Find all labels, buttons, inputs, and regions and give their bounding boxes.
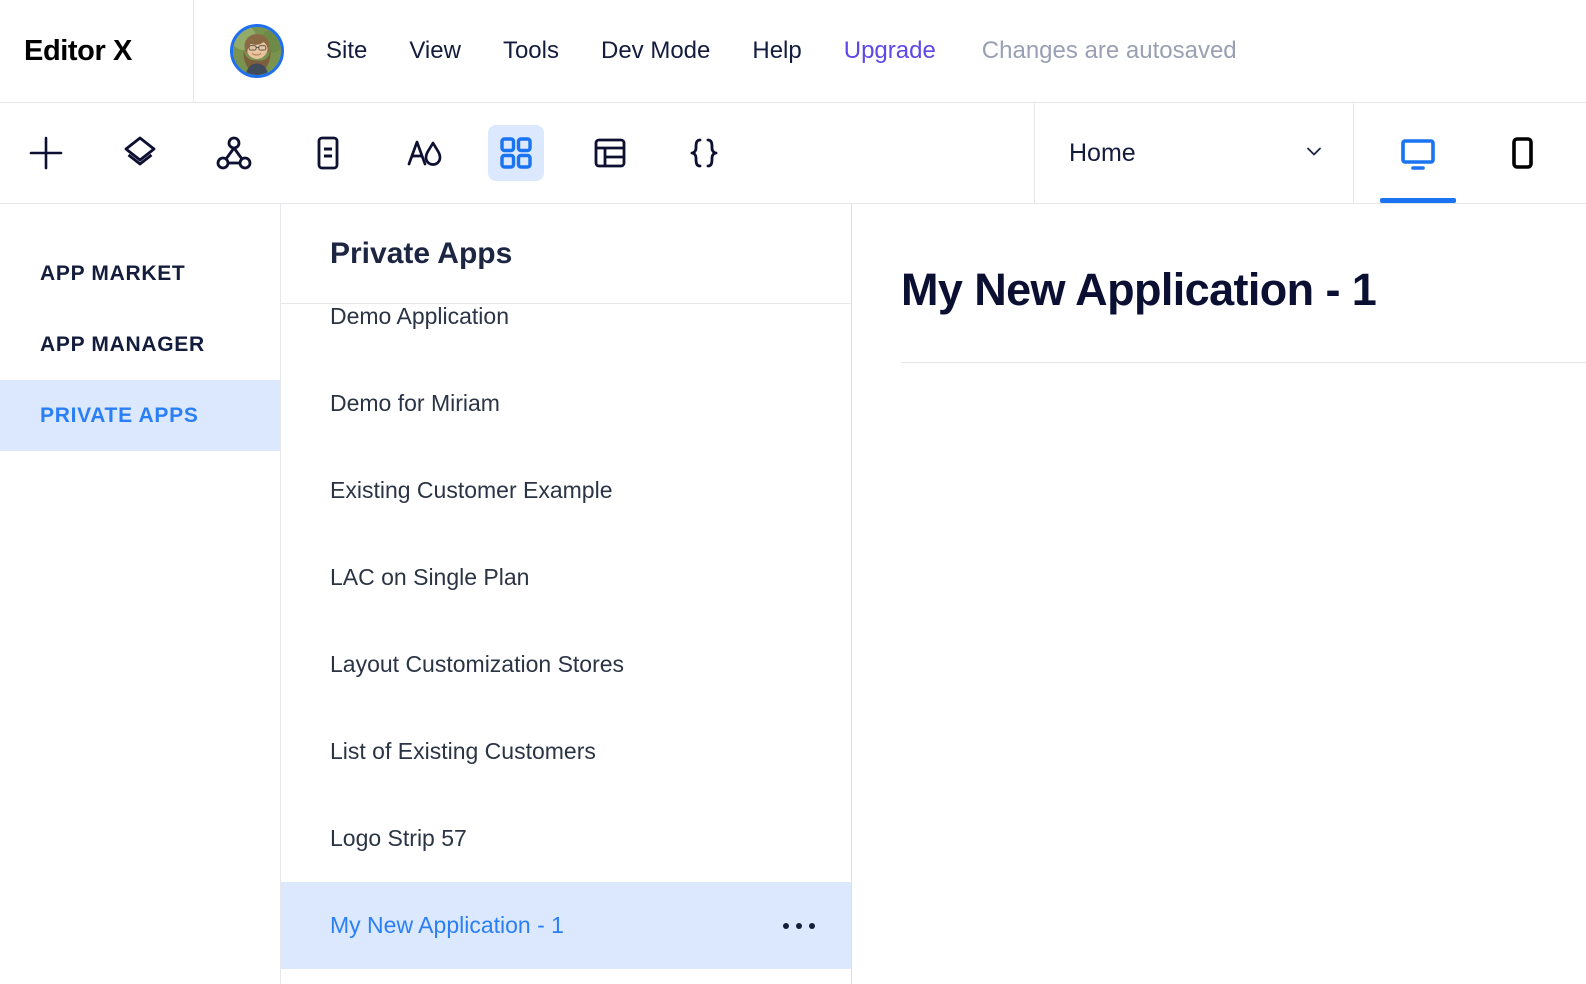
database-icon[interactable] [582,125,638,181]
logo-text: Editor X [24,34,132,67]
user-avatar[interactable] [230,24,284,78]
viewport-toggle-group [1354,103,1586,203]
interactions-icon[interactable] [206,125,262,181]
main-body: APP MARKET APP MANAGER PRIVATE APPS Priv… [0,204,1586,984]
private-apps-header: Private Apps [281,204,851,304]
menu-item-tools[interactable]: Tools [503,37,559,65]
sidebar-item-app-manager[interactable]: APP MANAGER [0,309,280,380]
toolbar-icon-group [0,103,1034,203]
private-apps-list[interactable]: Demo Application Demo for Miriam Existin… [281,304,851,984]
top-header-bar: Editor X Site View Tools Dev Mode Help U… [0,0,1586,103]
detail-divider [901,362,1586,363]
autosave-status: Changes are autosaved [981,37,1237,64]
more-options-icon[interactable] [783,922,815,929]
list-item-label: LAC on Single Plan [330,564,530,590]
chevron-down-icon [1303,140,1325,167]
app-detail-panel: My New Application - 1 [852,204,1586,984]
menu-item-help[interactable]: Help [752,37,801,65]
list-item-label: My New Application - 1 [330,912,564,938]
list-item-label: List of Existing Customers [330,738,596,764]
editor-toolbar: Home [0,103,1586,204]
list-item-label: Logo Strip 57 [330,825,467,851]
page-title: Private Apps [330,236,513,270]
list-item[interactable]: Demo for Miriam [281,360,851,447]
list-item[interactable]: Existing Customer Example [281,447,851,534]
menu-item-dev-mode[interactable]: Dev Mode [601,37,710,65]
private-apps-panel: Private Apps Demo Application Demo for M… [281,204,852,984]
upgrade-link[interactable]: Upgrade [844,37,936,65]
list-item[interactable]: List of Existing Customers [281,708,851,795]
list-item[interactable]: Layout Customization Stores [281,621,851,708]
list-item-label: Demo for Miriam [330,390,500,416]
sidebar-item-private-apps[interactable]: PRIVATE APPS [0,380,280,451]
sidebar-item-app-market[interactable]: APP MARKET [0,238,280,309]
apps-grid-icon[interactable] [488,125,544,181]
page-selector[interactable]: Home [1034,103,1354,203]
add-icon[interactable] [18,125,74,181]
avatar-photo [233,27,281,75]
list-item-label: Layout Customization Stores [330,651,625,677]
sidebar-item-label: APP MARKET [40,261,186,285]
menu-item-site[interactable]: Site [326,37,367,65]
app-detail-title: My New Application - 1 [901,264,1377,315]
list-item-selected[interactable]: My New Application - 1 [281,882,851,969]
list-item-label: Existing Customer Example [330,477,613,503]
sidebar-item-label: APP MANAGER [40,332,205,356]
page-selector-value: Home [1069,138,1136,167]
layers-icon[interactable] [112,125,168,181]
main-menu: Site View Tools Dev Mode Help Upgrade Ch… [194,0,1586,102]
list-item-label: Demo Application [330,304,509,329]
list-item[interactable]: Logo Strip 57 [281,795,851,882]
menu-item-view[interactable]: View [409,37,461,65]
apps-sidebar: APP MARKET APP MANAGER PRIVATE APPS [0,204,281,984]
sidebar-item-label: PRIVATE APPS [40,403,199,427]
list-item[interactable]: LAC on Single Plan [281,534,851,621]
mobile-view-icon[interactable] [1493,103,1551,203]
editor-x-window: Editor X Site View Tools Dev Mode Help U… [0,0,1586,984]
theme-icon[interactable] [394,125,450,181]
list-item[interactable]: Demo Application [281,304,851,360]
editor-x-logo[interactable]: Editor X [0,0,194,102]
desktop-view-icon[interactable] [1380,103,1456,203]
code-icon[interactable] [676,125,732,181]
pages-icon[interactable] [300,125,356,181]
